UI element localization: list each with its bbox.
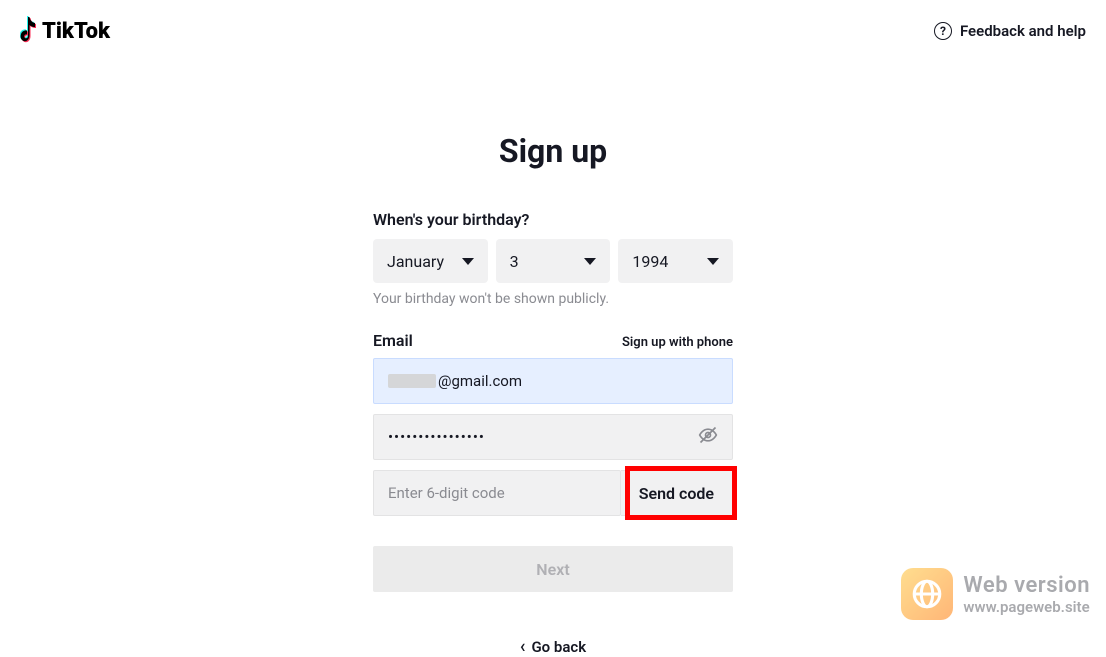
- help-label: Feedback and help: [960, 22, 1086, 40]
- signup-form: Sign up When's your birthday? January 3 …: [373, 132, 733, 656]
- go-back-link[interactable]: ‹ Go back: [373, 638, 733, 656]
- birthday-hint: Your birthday won't be shown publicly.: [373, 291, 733, 307]
- day-select[interactable]: 3: [496, 239, 611, 283]
- header: TikTok ? Feedback and help: [0, 0, 1106, 62]
- watermark: Web version www.pageweb.site: [901, 568, 1090, 620]
- day-value: 3: [510, 252, 519, 271]
- send-code-button[interactable]: Send code: [621, 470, 733, 516]
- watermark-title: Web version: [963, 573, 1090, 598]
- go-back-label: Go back: [531, 638, 586, 656]
- svg-text:TikTok: TikTok: [42, 19, 111, 44]
- month-select[interactable]: January: [373, 239, 488, 283]
- password-value: ••••••••••••••••: [388, 428, 485, 446]
- next-button[interactable]: Next: [373, 546, 733, 592]
- birthday-label: When's your birthday?: [373, 210, 733, 229]
- eye-off-icon[interactable]: [698, 425, 718, 449]
- code-row: Send code: [373, 470, 733, 516]
- page-title: Sign up: [373, 132, 733, 170]
- watermark-url: www.pageweb.site: [963, 598, 1090, 616]
- month-value: January: [387, 252, 444, 271]
- password-field[interactable]: ••••••••••••••••: [373, 414, 733, 460]
- signup-with-phone-link[interactable]: Sign up with phone: [622, 335, 733, 350]
- code-field[interactable]: [373, 470, 621, 516]
- tiktok-logo[interactable]: TikTok: [20, 14, 138, 48]
- caret-down-icon: [462, 258, 474, 265]
- code-input[interactable]: [388, 484, 606, 502]
- chevron-left-icon: ‹: [520, 638, 526, 656]
- globe-icon: [901, 568, 953, 620]
- caret-down-icon: [584, 258, 596, 265]
- email-value: @gmail.com: [438, 372, 522, 390]
- caret-down-icon: [707, 258, 719, 265]
- email-label: Email: [373, 331, 413, 350]
- redacted-email-prefix: [388, 374, 436, 388]
- year-select[interactable]: 1994: [618, 239, 733, 283]
- birthday-selects: January 3 1994: [373, 239, 733, 283]
- help-icon: ?: [934, 22, 952, 40]
- email-field[interactable]: @gmail.com: [373, 358, 733, 404]
- year-value: 1994: [632, 252, 668, 271]
- feedback-help-link[interactable]: ? Feedback and help: [934, 22, 1086, 40]
